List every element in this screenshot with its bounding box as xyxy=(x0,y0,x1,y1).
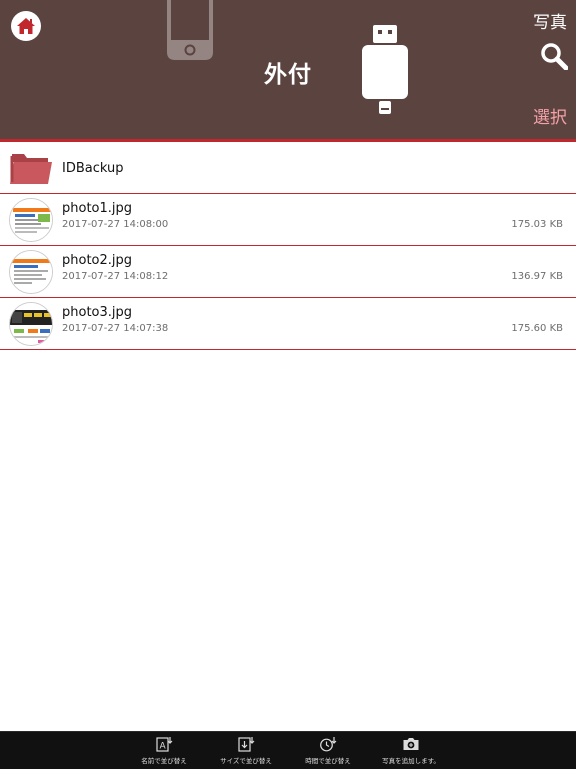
file-row[interactable]: photo1.jpg 2017-07-27 14:08:00 175.03 KB xyxy=(0,194,576,246)
bottom-toolbar: A 名前で並び替え サイズで並び替え 時間で並び替え 写真を追加します。 xyxy=(0,731,576,769)
file-name: photo2.jpg xyxy=(62,253,133,268)
photo-thumbnail xyxy=(9,198,53,242)
file-size: 136.97 KB xyxy=(511,271,563,282)
search-icon[interactable] xyxy=(540,42,568,70)
sort-size-icon xyxy=(238,737,255,752)
photos-link[interactable]: 写真 xyxy=(533,8,567,33)
file-date: 2017-07-27 14:07:38 xyxy=(62,323,169,334)
folder-row[interactable]: IDBackup xyxy=(0,142,576,194)
photo-thumbnail xyxy=(9,250,53,294)
file-name: photo1.jpg xyxy=(62,201,133,216)
svg-text:A: A xyxy=(160,742,167,752)
select-button[interactable]: 選択 xyxy=(533,103,567,128)
file-name: photo3.jpg xyxy=(62,305,133,320)
file-list: IDBackup photo1.jpg 2017-07-27 14:08:00 … xyxy=(0,142,576,350)
usb-drive-icon xyxy=(362,25,408,114)
photo-thumbnail xyxy=(9,302,53,346)
camera-add-icon xyxy=(403,738,419,750)
file-date: 2017-07-27 14:08:00 xyxy=(62,219,169,230)
sort-by-time-label: 時間で並び替え xyxy=(305,757,351,765)
file-row[interactable]: photo2.jpg 2017-07-27 14:08:12 136.97 KB xyxy=(0,246,576,298)
file-size: 175.03 KB xyxy=(511,219,563,230)
header-bar: 外付 写真 選択 xyxy=(0,0,576,139)
folder-name: IDBackup xyxy=(62,161,124,176)
page-title: 外付 xyxy=(264,62,312,88)
sort-time-icon xyxy=(320,737,337,752)
sort-by-size-label: サイズで並び替え xyxy=(220,757,272,765)
add-photo-button[interactable]: 写真を追加します。 xyxy=(371,736,451,765)
home-icon xyxy=(17,18,35,34)
sort-by-size-button[interactable]: サイズで並び替え xyxy=(206,736,286,765)
folder-icon xyxy=(10,154,52,184)
home-button[interactable] xyxy=(11,11,41,41)
sort-name-icon: A xyxy=(156,737,173,752)
add-photo-label: 写真を追加します。 xyxy=(382,757,440,765)
file-row[interactable]: photo3.jpg 2017-07-27 14:07:38 175.60 KB xyxy=(0,298,576,350)
phone-icon xyxy=(167,0,213,60)
file-size: 175.60 KB xyxy=(511,323,563,334)
file-date: 2017-07-27 14:08:12 xyxy=(62,271,169,282)
sort-by-name-label: 名前で並び替え xyxy=(141,757,187,765)
sort-by-name-button[interactable]: A 名前で並び替え xyxy=(124,736,204,765)
sort-by-time-button[interactable]: 時間で並び替え xyxy=(288,736,368,765)
